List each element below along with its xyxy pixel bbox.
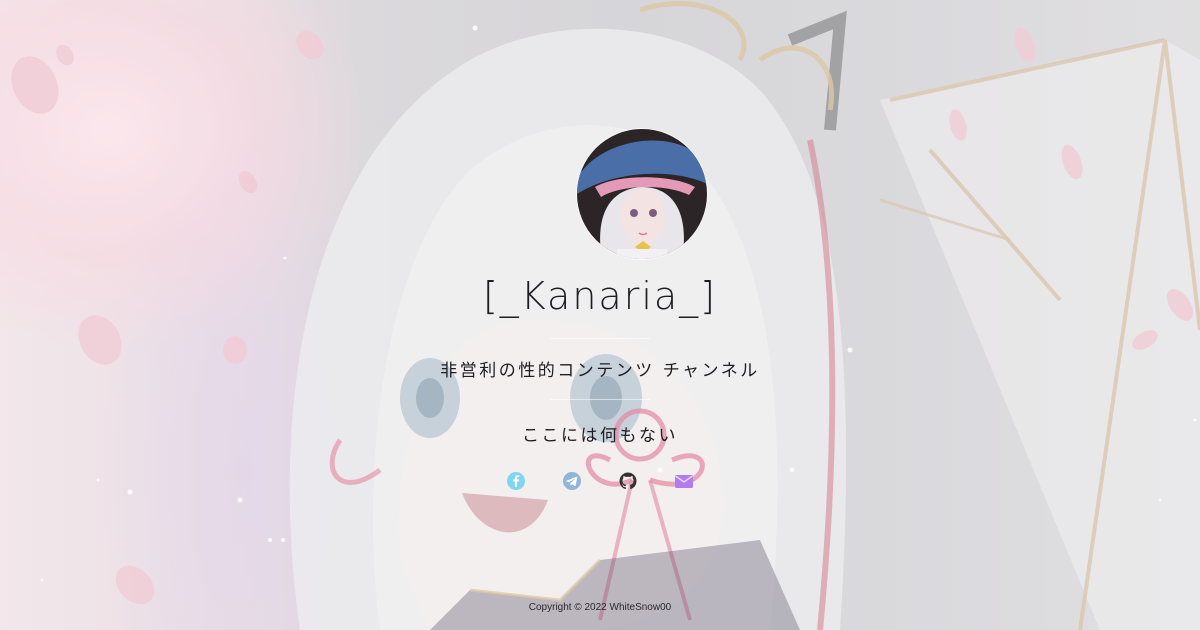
- email-link[interactable]: [674, 471, 694, 491]
- facebook-icon: [507, 472, 525, 490]
- avatar-photo: [577, 129, 707, 259]
- profile-card: [_Kanaria_] 非営利の性的コンテンツ チャンネル ここには何もない C…: [0, 0, 1200, 630]
- facebook-link[interactable]: [506, 471, 526, 491]
- email-icon: [675, 475, 693, 488]
- profile-tagline: ここには何もない: [522, 426, 678, 446]
- telegram-link[interactable]: [562, 471, 582, 491]
- divider: [550, 338, 650, 339]
- landing-page: [_Kanaria_] 非営利の性的コンテンツ チャンネル ここには何もない C…: [0, 0, 1200, 630]
- telegram-icon: [563, 472, 581, 490]
- avatar[interactable]: [577, 129, 707, 259]
- divider: [550, 399, 650, 400]
- profile-name: [_Kanaria_]: [482, 274, 718, 318]
- github-icon: [619, 472, 637, 490]
- profile-subtitle: 非営利の性的コンテンツ チャンネル: [440, 361, 760, 381]
- copyright-text: Copyright © 2022 WhiteSnow00: [528, 602, 672, 613]
- github-link[interactable]: [618, 471, 638, 491]
- social-links: [0, 471, 1200, 491]
